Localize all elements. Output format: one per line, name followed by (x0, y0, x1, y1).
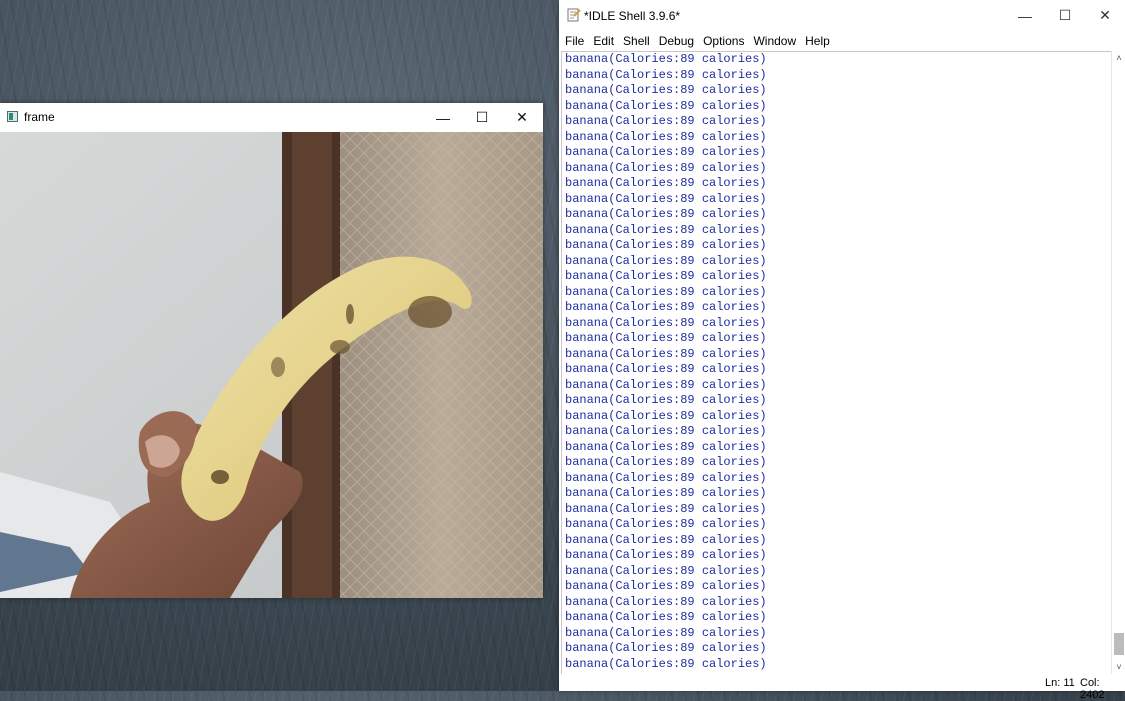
output-line: banana(Calories:89 calories) (565, 641, 767, 655)
output-line: banana(Calories:89 calories) (565, 486, 767, 500)
idle-window-title: *IDLE Shell 3.9.6* (584, 9, 681, 23)
output-line: banana(Calories:89 calories) (565, 439, 767, 454)
menu-window[interactable]: Window (753, 34, 796, 48)
output-line: banana(Calories:89 calories) (565, 83, 767, 97)
output-line: banana(Calories:89 calories) (565, 455, 767, 469)
menu-shell[interactable]: Shell (623, 34, 650, 48)
idle-shell-window: *IDLE Shell 3.9.6* — ☐ ✕ File Edit Shell… (559, 0, 1125, 701)
output-line: banana(Calories:89 calories) (565, 424, 767, 438)
frame-maximize-button[interactable]: ☐ (462, 103, 502, 132)
output-line: banana(Calories:89 calories) (565, 284, 767, 299)
output-line: banana(Calories:89 calories) (565, 656, 767, 671)
output-line: banana(Calories:89 calories) (565, 114, 767, 128)
output-line: banana(Calories:89 calories) (565, 377, 767, 392)
output-line: banana(Calories:89 calories) (565, 67, 767, 82)
shell-output-area[interactable]: banana(Calories:89 calories) banana(Calor… (561, 51, 1112, 675)
output-line: banana(Calories:89 calories) (565, 610, 767, 624)
vertical-scrollbar[interactable]: ˄ ˅ (1111, 51, 1125, 674)
output-line: banana(Calories:89 calories) (565, 362, 767, 376)
frame-minimize-button[interactable]: — (423, 103, 463, 132)
menu-file[interactable]: File (565, 34, 584, 48)
output-line: banana(Calories:89 calories) (565, 98, 767, 113)
menu-options[interactable]: Options (703, 34, 744, 48)
output-line: banana(Calories:89 calories) (565, 160, 767, 175)
scroll-thumb[interactable] (1114, 633, 1124, 655)
menu-help[interactable]: Help (805, 34, 830, 48)
output-line: banana(Calories:89 calories) (565, 470, 767, 485)
output-line: banana(Calories:89 calories) (565, 207, 767, 221)
output-line: banana(Calories:89 calories) (565, 346, 767, 361)
frame-window-title: frame (24, 110, 55, 124)
output-line: banana(Calories:89 calories) (565, 222, 767, 237)
idle-minimize-button[interactable]: — (1005, 1, 1045, 30)
output-line: banana(Calories:89 calories) (565, 52, 767, 66)
output-line: banana(Calories:89 calories) (565, 238, 767, 252)
output-line: banana(Calories:89 calories) (565, 253, 767, 268)
output-line: banana(Calories:89 calories) (565, 408, 767, 423)
output-line: banana(Calories:89 calories) (565, 393, 767, 407)
output-line: banana(Calories:89 calories) (565, 191, 767, 206)
camera-frame-view (0, 132, 543, 598)
webcam-banana-image (0, 132, 543, 598)
output-line: banana(Calories:89 calories) (565, 331, 767, 345)
output-line: banana(Calories:89 calories) (565, 532, 767, 547)
output-line: banana(Calories:89 calories) (565, 145, 767, 159)
output-line: banana(Calories:89 calories) (565, 129, 767, 144)
output-line: banana(Calories:89 calories) (565, 315, 767, 330)
idle-titlebar[interactable]: *IDLE Shell 3.9.6* — ☐ ✕ (559, 0, 1125, 31)
status-bar: Ln: 11 Col: 2402 (559, 674, 1125, 701)
cursor-line-indicator: Ln: 11 (1045, 677, 1075, 689)
output-line: banana(Calories:89 calories) (565, 625, 767, 640)
output-line: banana(Calories:89 calories) (565, 269, 767, 283)
output-line: banana(Calories:89 calories) (565, 517, 767, 531)
menu-edit[interactable]: Edit (593, 34, 614, 48)
idle-maximize-button[interactable]: ☐ (1045, 1, 1085, 30)
menu-debug[interactable]: Debug (659, 34, 694, 48)
frame-app-icon (7, 111, 18, 122)
output-line: banana(Calories:89 calories) (565, 501, 767, 516)
output-line: banana(Calories:89 calories) (565, 176, 767, 190)
python-idle-icon (567, 8, 581, 22)
frame-titlebar[interactable]: frame — ☐ ✕ (0, 103, 543, 132)
cursor-column-indicator: Col: 2402 (1080, 677, 1105, 701)
output-line: banana(Calories:89 calories) (565, 563, 767, 578)
idle-close-button[interactable]: ✕ (1085, 1, 1125, 30)
menu-bar: File Edit Shell Debug Options Window Hel… (559, 31, 1125, 50)
output-line: banana(Calories:89 calories) (565, 300, 767, 314)
output-line: banana(Calories:89 calories) (565, 579, 767, 593)
scroll-up-icon[interactable]: ˄ (1112, 51, 1125, 65)
output-line: banana(Calories:89 calories) (565, 548, 767, 562)
frame-window: frame — ☐ ✕ (0, 103, 543, 598)
output-line: banana(Calories:89 calories) (565, 594, 767, 609)
scroll-down-icon[interactable]: ˅ (1112, 660, 1125, 674)
frame-close-button[interactable]: ✕ (502, 103, 542, 132)
